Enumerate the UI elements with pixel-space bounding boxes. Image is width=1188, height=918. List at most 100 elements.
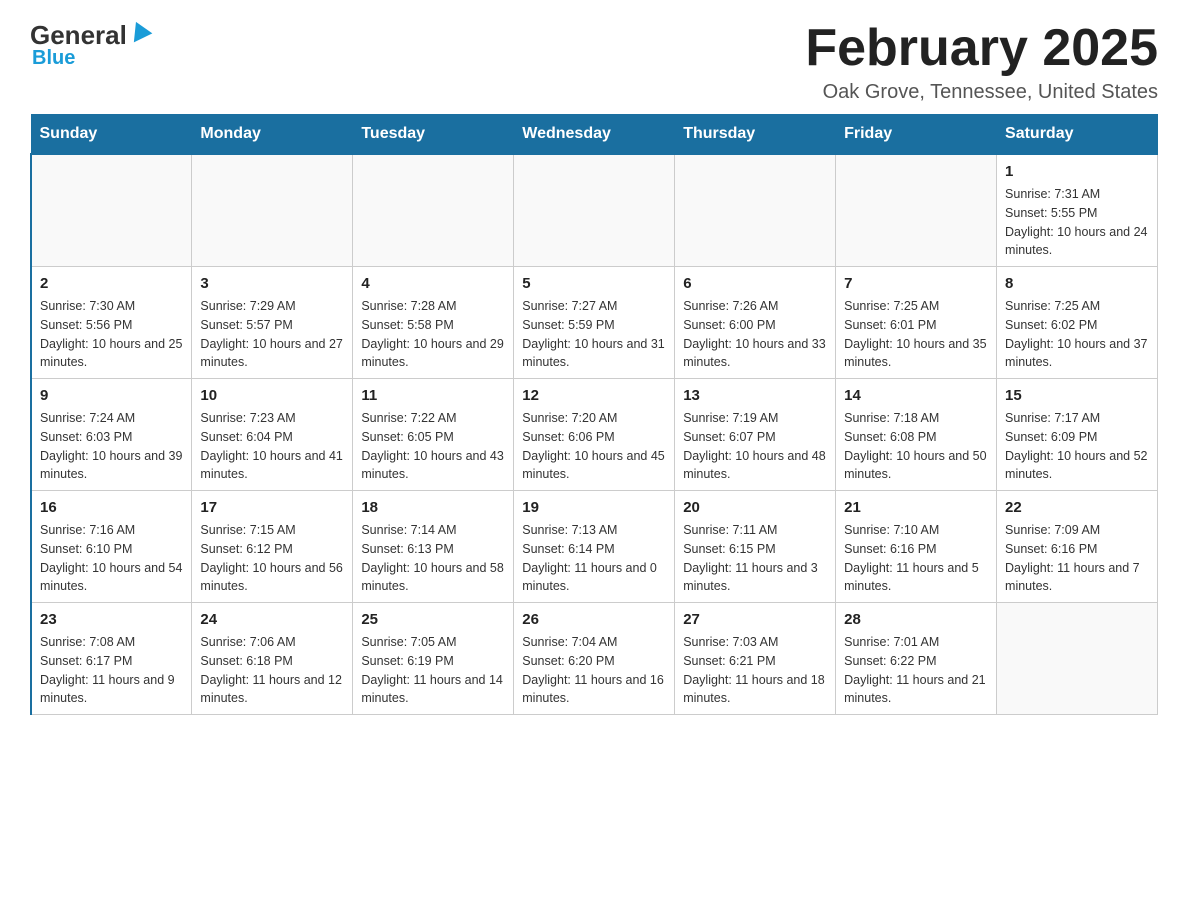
day-number: 12 bbox=[522, 385, 666, 406]
day-info: Sunrise: 7:25 AM Sunset: 6:02 PM Dayligh… bbox=[1005, 297, 1149, 372]
week-row-2: 2 Sunrise: 7:30 AM Sunset: 5:56 PM Daylig… bbox=[31, 267, 1158, 379]
header-monday: Monday bbox=[192, 115, 353, 155]
day-number: 27 bbox=[683, 609, 827, 630]
logo-triangle-icon bbox=[125, 21, 152, 47]
day-info: Sunrise: 7:14 AM Sunset: 6:13 PM Dayligh… bbox=[361, 521, 505, 596]
day-number: 20 bbox=[683, 497, 827, 518]
day-info: Sunrise: 7:04 AM Sunset: 6:20 PM Dayligh… bbox=[522, 633, 666, 708]
calendar-cell-3-1: 17 Sunrise: 7:15 AM Sunset: 6:12 PM Dayli… bbox=[192, 491, 353, 603]
calendar-table: SundayMondayTuesdayWednesdayThursdayFrid… bbox=[30, 114, 1158, 715]
day-number: 22 bbox=[1005, 497, 1149, 518]
day-number: 28 bbox=[844, 609, 988, 630]
day-info: Sunrise: 7:10 AM Sunset: 6:16 PM Dayligh… bbox=[844, 521, 988, 596]
calendar-cell-0-0 bbox=[31, 154, 192, 267]
calendar-cell-2-1: 10 Sunrise: 7:23 AM Sunset: 6:04 PM Dayli… bbox=[192, 379, 353, 491]
header-friday: Friday bbox=[836, 115, 997, 155]
calendar-cell-2-3: 12 Sunrise: 7:20 AM Sunset: 6:06 PM Dayli… bbox=[514, 379, 675, 491]
calendar-cell-0-6: 1 Sunrise: 7:31 AM Sunset: 5:55 PM Daylig… bbox=[997, 154, 1158, 267]
calendar-cell-3-6: 22 Sunrise: 7:09 AM Sunset: 6:16 PM Dayli… bbox=[997, 491, 1158, 603]
day-number: 19 bbox=[522, 497, 666, 518]
calendar-cell-1-5: 7Sunrise: 7:25 AM Sunset: 6:01 PM Daylig… bbox=[836, 267, 997, 379]
calendar-cell-4-6 bbox=[997, 603, 1158, 715]
day-info: Sunrise: 7:26 AM Sunset: 6:00 PM Dayligh… bbox=[683, 297, 827, 372]
calendar-cell-1-1: 3 Sunrise: 7:29 AM Sunset: 5:57 PM Daylig… bbox=[192, 267, 353, 379]
day-number: 25 bbox=[361, 609, 505, 630]
week-row-4: 16 Sunrise: 7:16 AM Sunset: 6:10 PM Dayli… bbox=[31, 491, 1158, 603]
day-number: 18 bbox=[361, 497, 505, 518]
day-number: 5 bbox=[522, 273, 666, 294]
calendar-cell-0-3 bbox=[514, 154, 675, 267]
calendar-cell-1-0: 2 Sunrise: 7:30 AM Sunset: 5:56 PM Daylig… bbox=[31, 267, 192, 379]
day-info: Sunrise: 7:28 AM Sunset: 5:58 PM Dayligh… bbox=[361, 297, 505, 372]
calendar-cell-0-5 bbox=[836, 154, 997, 267]
day-number: 15 bbox=[1005, 385, 1149, 406]
calendar-cell-2-2: 11Sunrise: 7:22 AM Sunset: 6:05 PM Dayli… bbox=[353, 379, 514, 491]
day-number: 10 bbox=[200, 385, 344, 406]
calendar-cell-1-4: 6 Sunrise: 7:26 AM Sunset: 6:00 PM Daylig… bbox=[675, 267, 836, 379]
day-number: 17 bbox=[200, 497, 344, 518]
day-info: Sunrise: 7:06 AM Sunset: 6:18 PM Dayligh… bbox=[200, 633, 344, 708]
header-wednesday: Wednesday bbox=[514, 115, 675, 155]
day-info: Sunrise: 7:11 AM Sunset: 6:15 PM Dayligh… bbox=[683, 521, 827, 596]
day-info: Sunrise: 7:20 AM Sunset: 6:06 PM Dayligh… bbox=[522, 409, 666, 484]
calendar-cell-3-5: 21Sunrise: 7:10 AM Sunset: 6:16 PM Dayli… bbox=[836, 491, 997, 603]
day-info: Sunrise: 7:18 AM Sunset: 6:08 PM Dayligh… bbox=[844, 409, 988, 484]
calendar-cell-4-1: 24 Sunrise: 7:06 AM Sunset: 6:18 PM Dayli… bbox=[192, 603, 353, 715]
calendar-cell-3-3: 19 Sunrise: 7:13 AM Sunset: 6:14 PM Dayli… bbox=[514, 491, 675, 603]
day-info: Sunrise: 7:16 AM Sunset: 6:10 PM Dayligh… bbox=[40, 521, 183, 596]
day-info: Sunrise: 7:23 AM Sunset: 6:04 PM Dayligh… bbox=[200, 409, 344, 484]
calendar-cell-2-5: 14 Sunrise: 7:18 AM Sunset: 6:08 PM Dayli… bbox=[836, 379, 997, 491]
calendar-cell-1-2: 4 Sunrise: 7:28 AM Sunset: 5:58 PM Daylig… bbox=[353, 267, 514, 379]
day-number: 8 bbox=[1005, 273, 1149, 294]
day-info: Sunrise: 7:03 AM Sunset: 6:21 PM Dayligh… bbox=[683, 633, 827, 708]
day-number: 14 bbox=[844, 385, 988, 406]
week-row-5: 23 Sunrise: 7:08 AM Sunset: 6:17 PM Dayli… bbox=[31, 603, 1158, 715]
day-info: Sunrise: 7:15 AM Sunset: 6:12 PM Dayligh… bbox=[200, 521, 344, 596]
day-info: Sunrise: 7:19 AM Sunset: 6:07 PM Dayligh… bbox=[683, 409, 827, 484]
day-info: Sunrise: 7:01 AM Sunset: 6:22 PM Dayligh… bbox=[844, 633, 988, 708]
day-number: 23 bbox=[40, 609, 183, 630]
day-number: 4 bbox=[361, 273, 505, 294]
day-info: Sunrise: 7:24 AM Sunset: 6:03 PM Dayligh… bbox=[40, 409, 183, 484]
location: Oak Grove, Tennessee, United States bbox=[805, 81, 1158, 104]
day-number: 6 bbox=[683, 273, 827, 294]
day-info: Sunrise: 7:25 AM Sunset: 6:01 PM Dayligh… bbox=[844, 297, 988, 372]
day-number: 24 bbox=[200, 609, 344, 630]
day-number: 11 bbox=[361, 385, 505, 406]
day-info: Sunrise: 7:30 AM Sunset: 5:56 PM Dayligh… bbox=[40, 297, 183, 372]
day-info: Sunrise: 7:29 AM Sunset: 5:57 PM Dayligh… bbox=[200, 297, 344, 372]
header-tuesday: Tuesday bbox=[353, 115, 514, 155]
calendar-cell-3-0: 16 Sunrise: 7:16 AM Sunset: 6:10 PM Dayli… bbox=[31, 491, 192, 603]
day-number: 26 bbox=[522, 609, 666, 630]
header-saturday: Saturday bbox=[997, 115, 1158, 155]
calendar-header-row: SundayMondayTuesdayWednesdayThursdayFrid… bbox=[31, 115, 1158, 155]
day-info: Sunrise: 7:27 AM Sunset: 5:59 PM Dayligh… bbox=[522, 297, 666, 372]
calendar-cell-3-2: 18 Sunrise: 7:14 AM Sunset: 6:13 PM Dayli… bbox=[353, 491, 514, 603]
logo: General Blue bbox=[30, 20, 149, 70]
calendar-cell-4-3: 26 Sunrise: 7:04 AM Sunset: 6:20 PM Dayli… bbox=[514, 603, 675, 715]
calendar-cell-1-3: 5 Sunrise: 7:27 AM Sunset: 5:59 PM Daylig… bbox=[514, 267, 675, 379]
day-number: 1 bbox=[1005, 161, 1149, 182]
day-number: 2 bbox=[40, 273, 183, 294]
day-number: 16 bbox=[40, 497, 183, 518]
calendar-cell-4-2: 25Sunrise: 7:05 AM Sunset: 6:19 PM Dayli… bbox=[353, 603, 514, 715]
day-info: Sunrise: 7:09 AM Sunset: 6:16 PM Dayligh… bbox=[1005, 521, 1149, 596]
calendar-cell-1-6: 8 Sunrise: 7:25 AM Sunset: 6:02 PM Daylig… bbox=[997, 267, 1158, 379]
title-block: February 2025 Oak Grove, Tennessee, Unit… bbox=[805, 20, 1158, 104]
day-number: 3 bbox=[200, 273, 344, 294]
day-number: 9 bbox=[40, 385, 183, 406]
week-row-3: 9 Sunrise: 7:24 AM Sunset: 6:03 PM Daylig… bbox=[31, 379, 1158, 491]
page-header: General Blue February 2025 Oak Grove, Te… bbox=[30, 20, 1158, 104]
day-info: Sunrise: 7:08 AM Sunset: 6:17 PM Dayligh… bbox=[40, 633, 183, 708]
day-info: Sunrise: 7:31 AM Sunset: 5:55 PM Dayligh… bbox=[1005, 185, 1149, 260]
calendar-cell-2-0: 9 Sunrise: 7:24 AM Sunset: 6:03 PM Daylig… bbox=[31, 379, 192, 491]
day-info: Sunrise: 7:17 AM Sunset: 6:09 PM Dayligh… bbox=[1005, 409, 1149, 484]
calendar-cell-3-4: 20 Sunrise: 7:11 AM Sunset: 6:15 PM Dayli… bbox=[675, 491, 836, 603]
day-number: 13 bbox=[683, 385, 827, 406]
logo-blue: Blue bbox=[32, 47, 75, 70]
calendar-cell-2-6: 15 Sunrise: 7:17 AM Sunset: 6:09 PM Dayli… bbox=[997, 379, 1158, 491]
week-row-1: 1 Sunrise: 7:31 AM Sunset: 5:55 PM Daylig… bbox=[31, 154, 1158, 267]
day-info: Sunrise: 7:13 AM Sunset: 6:14 PM Dayligh… bbox=[522, 521, 666, 596]
calendar-cell-0-1 bbox=[192, 154, 353, 267]
header-sunday: Sunday bbox=[31, 115, 192, 155]
